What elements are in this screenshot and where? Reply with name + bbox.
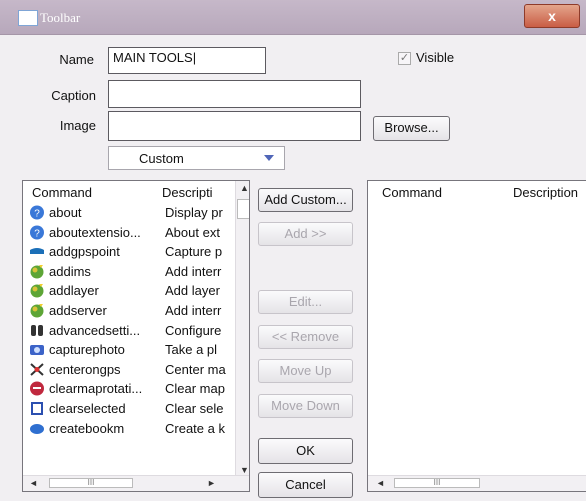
svg-text:?: ? bbox=[34, 209, 40, 220]
chevron-down-icon bbox=[264, 155, 274, 161]
remove-button[interactable]: << Remove bbox=[258, 325, 353, 349]
col-header-description[interactable]: Descripti bbox=[162, 185, 213, 200]
col-header-command[interactable]: Command bbox=[382, 185, 442, 200]
globe-add-icon bbox=[29, 283, 45, 298]
move-up-button[interactable]: Move Up bbox=[258, 359, 353, 383]
list-item[interactable]: clearmaprotati... Clear map bbox=[23, 380, 233, 397]
command-name: capturephoto bbox=[49, 342, 125, 358]
command-description: About ext bbox=[165, 224, 220, 240]
h-scroll-thumb[interactable]: III bbox=[49, 478, 133, 488]
scroll-right-icon[interactable]: ► bbox=[207, 478, 216, 488]
info-icon: ? bbox=[29, 225, 45, 240]
binoculars-icon bbox=[29, 323, 45, 338]
command-description: Add interr bbox=[165, 263, 222, 279]
svg-text:?: ? bbox=[34, 228, 40, 239]
image-field[interactable] bbox=[108, 111, 361, 141]
command-description: Clear map bbox=[165, 381, 225, 397]
category-selected: Custom bbox=[139, 151, 184, 166]
scroll-left-icon[interactable]: ◄ bbox=[376, 478, 385, 488]
globe-add-icon bbox=[29, 303, 45, 318]
list-item[interactable]: addgpspoint Capture p bbox=[23, 243, 233, 260]
scroll-thumb[interactable] bbox=[237, 199, 249, 219]
camera-icon bbox=[29, 342, 45, 357]
category-dropdown[interactable]: Custom bbox=[108, 146, 285, 170]
add-custom-button[interactable]: Add Custom... bbox=[258, 188, 353, 212]
add-button[interactable]: Add >> bbox=[258, 222, 353, 246]
move-down-button[interactable]: Move Down bbox=[258, 394, 353, 418]
list-item[interactable]: addserver Add interr bbox=[23, 302, 233, 319]
list-item[interactable]: clearselected Clear sele bbox=[23, 400, 233, 417]
gps-icon bbox=[29, 244, 45, 259]
title-bar[interactable]: Toolbar x bbox=[0, 0, 586, 35]
center-icon bbox=[29, 362, 45, 377]
scroll-left-icon[interactable]: ◄ bbox=[29, 478, 38, 488]
command-description: Configure bbox=[165, 322, 222, 338]
list-item[interactable]: addims Add interr bbox=[23, 263, 233, 280]
col-header-description[interactable]: Description bbox=[513, 185, 578, 200]
command-description: Capture p bbox=[165, 244, 223, 260]
command-name: clearselected bbox=[49, 401, 126, 416]
command-name: centerongps bbox=[49, 361, 121, 377]
command-description: Display pr bbox=[165, 205, 223, 220]
command-name: addgpspoint bbox=[49, 244, 120, 260]
name-field[interactable]: MAIN TOOLS| bbox=[108, 47, 266, 74]
window-icon bbox=[18, 10, 38, 26]
bookmark-icon bbox=[29, 421, 45, 436]
command-name: about bbox=[49, 205, 82, 220]
globe-add-icon bbox=[29, 264, 45, 279]
list-item[interactable]: capturephoto Take a pl bbox=[23, 341, 233, 358]
list-item[interactable]: createbookm Create a k bbox=[23, 420, 233, 437]
list-item[interactable]: centerongps Center ma bbox=[23, 361, 233, 378]
list-item[interactable]: advancedsetti... Configure bbox=[23, 322, 233, 339]
command-name: advancedsetti... bbox=[49, 322, 141, 338]
command-name: aboutextensio... bbox=[49, 224, 141, 240]
vertical-scrollbar[interactable]: ▲ ▼ bbox=[235, 181, 249, 491]
name-label: Name bbox=[59, 52, 94, 67]
command-name: addserver bbox=[49, 303, 107, 318]
command-description: Add interr bbox=[165, 303, 222, 318]
h-scroll-thumb[interactable]: III bbox=[394, 478, 480, 488]
command-description: Center ma bbox=[165, 361, 226, 377]
image-label: Image bbox=[59, 118, 96, 133]
caption-field[interactable] bbox=[108, 80, 361, 108]
caption-label: Caption bbox=[51, 88, 96, 103]
list-header: Command Description bbox=[368, 181, 586, 203]
text-cursor: | bbox=[192, 50, 197, 65]
command-description: Clear sele bbox=[165, 401, 224, 416]
command-name: clearmaprotati... bbox=[49, 381, 143, 397]
col-header-command[interactable]: Command bbox=[32, 185, 92, 200]
cancel-button[interactable]: Cancel bbox=[258, 472, 353, 498]
browse-button[interactable]: Browse... bbox=[373, 116, 450, 141]
visible-label: Visible bbox=[416, 50, 455, 65]
horizontal-scrollbar[interactable]: ◄ III bbox=[368, 475, 586, 491]
ok-button[interactable]: OK bbox=[258, 438, 353, 464]
command-name: createbookm bbox=[49, 420, 125, 436]
clear-selection-icon bbox=[29, 401, 45, 416]
visible-checkbox[interactable]: ✓ bbox=[398, 52, 411, 65]
info-icon: ? bbox=[29, 205, 45, 220]
clear-map-icon bbox=[29, 381, 45, 396]
toolbar-dialog: Toolbar x Name MAIN TOOLS| ✓ Visible Cap… bbox=[0, 0, 586, 501]
edit-button[interactable]: Edit... bbox=[258, 290, 353, 314]
command-name: addlayer bbox=[49, 283, 99, 299]
list-item[interactable]: addlayer Add layer bbox=[23, 282, 233, 299]
available-commands-list[interactable]: Command Descripti ? about Display pr? about… bbox=[22, 180, 250, 492]
horizontal-scrollbar[interactable]: ◄ III ► bbox=[23, 475, 249, 491]
scroll-down-icon[interactable]: ▼ bbox=[240, 465, 249, 475]
name-value: MAIN TOOLS bbox=[113, 50, 193, 65]
command-description: Take a pl bbox=[165, 342, 218, 358]
close-button[interactable]: x bbox=[524, 4, 580, 28]
scroll-up-icon[interactable]: ▲ bbox=[240, 183, 249, 193]
list-item[interactable]: ? aboutextensio... About ext bbox=[23, 224, 233, 241]
list-item[interactable]: ? about Display pr bbox=[23, 204, 233, 221]
list-header: Command Descripti bbox=[23, 181, 249, 203]
command-description: Add layer bbox=[165, 283, 220, 299]
command-description: Create a k bbox=[165, 420, 225, 436]
window-title: Toolbar bbox=[40, 10, 81, 25]
toolbar-commands-list[interactable]: Command Description ◄ III bbox=[367, 180, 586, 492]
command-name: addims bbox=[49, 263, 91, 279]
